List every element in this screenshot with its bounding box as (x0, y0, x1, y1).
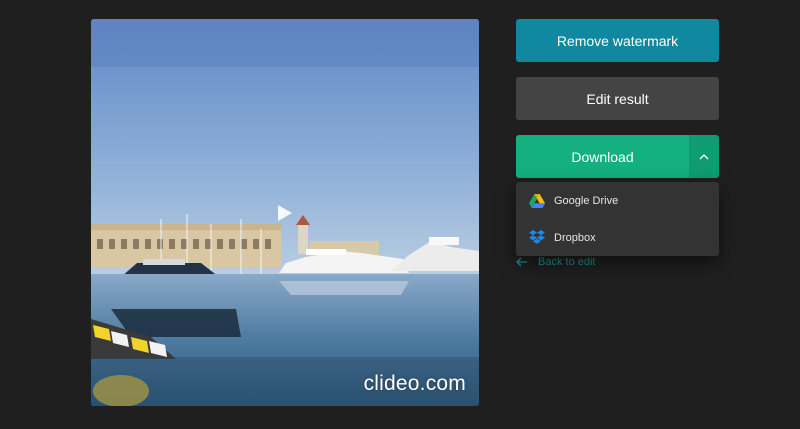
remove-watermark-button[interactable]: Remove watermark (516, 19, 719, 62)
video-overlay-top (91, 19, 479, 67)
download-menu: Google Drive Dropbox (516, 182, 719, 256)
play-icon[interactable] (277, 204, 293, 222)
download-button[interactable]: Download (516, 135, 689, 178)
dropbox-icon (529, 230, 545, 246)
menu-item-google-drive[interactable]: Google Drive (516, 182, 719, 219)
menu-item-label: Dropbox (554, 231, 596, 244)
back-to-edit-link[interactable]: Back to edit (516, 254, 595, 270)
google-drive-icon (529, 193, 545, 209)
arrow-left-icon (516, 257, 527, 267)
chevron-up-icon (699, 153, 709, 159)
edit-result-button[interactable]: Edit result (516, 77, 719, 120)
menu-item-dropbox[interactable]: Dropbox (516, 219, 719, 256)
watermark-text: clideo.com (363, 372, 466, 395)
download-options-toggle[interactable] (689, 135, 719, 178)
video-preview[interactable]: clideo.com (91, 19, 479, 406)
menu-item-label: Google Drive (554, 194, 619, 207)
back-to-edit-label: Back to edit (538, 256, 596, 268)
download-button-group: Download (516, 135, 719, 178)
